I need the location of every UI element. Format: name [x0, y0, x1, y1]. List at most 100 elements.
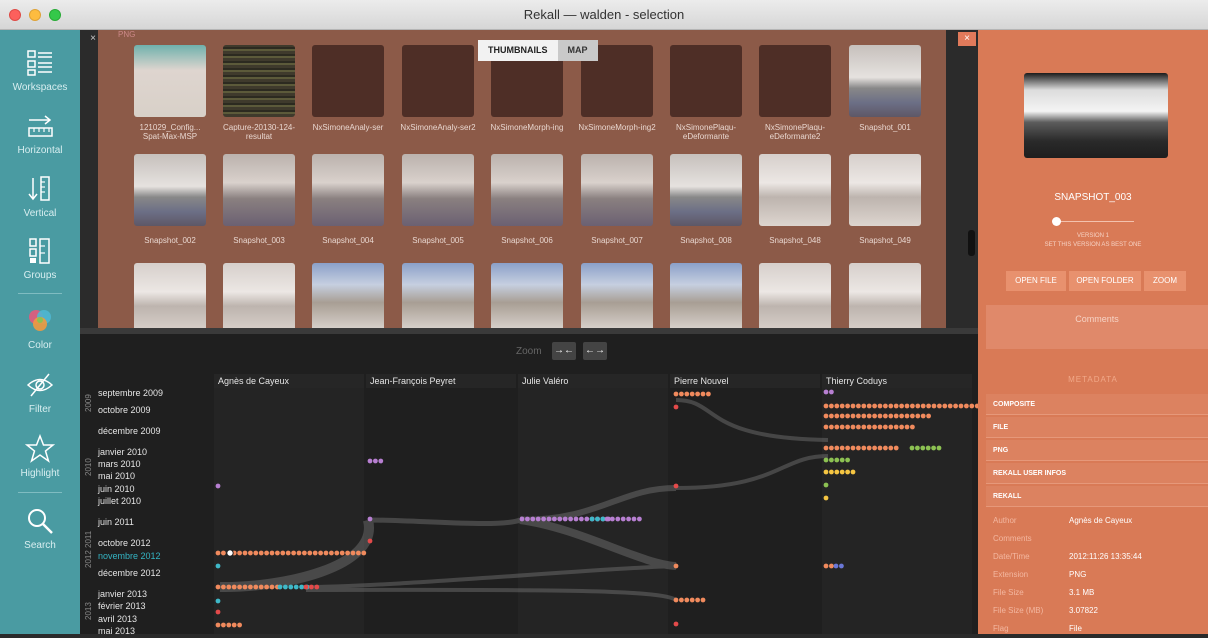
timeline-dot[interactable]: [231, 622, 237, 628]
timeline-dot[interactable]: [679, 597, 684, 603]
thumbnail[interactable]: [759, 263, 831, 328]
metadata-section-header[interactable]: COMPOSITE: [986, 394, 1208, 415]
timeline-dot[interactable]: [253, 550, 259, 556]
timeline-dot[interactable]: [910, 403, 915, 409]
timeline-dot[interactable]: [519, 516, 525, 522]
metadata-section-header[interactable]: REKALL: [986, 486, 1208, 507]
metadata-value[interactable]: 2012:11:26 13:35:44: [1069, 548, 1142, 566]
timeline-dot[interactable]: [221, 550, 226, 556]
close-right-panel-icon[interactable]: ×: [958, 32, 976, 46]
timeline-dot[interactable]: [834, 469, 840, 475]
sidebar-item-groups[interactable]: Groups: [0, 236, 80, 281]
timeline-dot[interactable]: [883, 403, 888, 409]
timeline-dot[interactable]: [275, 550, 280, 556]
timeline-dot[interactable]: [264, 550, 269, 556]
timeline-dot[interactable]: [834, 424, 840, 430]
metadata-value[interactable]: File: [1069, 620, 1082, 638]
timeline-dot[interactable]: [562, 516, 568, 522]
timeline-dot[interactable]: [877, 424, 883, 430]
timeline-dot[interactable]: [595, 516, 600, 522]
timeline-dot[interactable]: [600, 516, 606, 522]
timeline-dot[interactable]: [264, 584, 269, 590]
timeline-dot[interactable]: [866, 413, 872, 419]
timeline-dot[interactable]: [673, 483, 679, 489]
timeline-dot[interactable]: [673, 391, 679, 397]
timeline-dot[interactable]: [925, 445, 931, 451]
timeline-dot[interactable]: [829, 563, 834, 569]
timeline-dot[interactable]: [312, 550, 318, 556]
timeline-dot[interactable]: [888, 413, 894, 419]
timeline-dot[interactable]: [226, 622, 232, 628]
thumbnail[interactable]: [670, 154, 742, 226]
timeline-dot[interactable]: [684, 597, 690, 603]
timeline-dot[interactable]: [215, 563, 221, 569]
timeline-dot[interactable]: [856, 445, 861, 451]
timeline-dot[interactable]: [283, 584, 288, 590]
thumbnail[interactable]: [402, 154, 474, 226]
timeline-dot[interactable]: [883, 445, 888, 451]
timeline-dot[interactable]: [706, 391, 711, 397]
timeline-dot[interactable]: [823, 445, 829, 451]
timeline-dot[interactable]: [833, 563, 839, 569]
preview-image[interactable]: [1024, 73, 1168, 158]
timeline-dot[interactable]: [850, 445, 856, 451]
timeline-dot[interactable]: [926, 403, 931, 409]
timeline-dot[interactable]: [221, 622, 226, 628]
timeline-dot[interactable]: [937, 403, 942, 409]
timeline-dot[interactable]: [288, 584, 294, 590]
timeline-dot[interactable]: [947, 403, 953, 409]
timeline-dot[interactable]: [823, 403, 829, 409]
timeline-dot[interactable]: [829, 403, 834, 409]
timeline-dot[interactable]: [350, 550, 356, 556]
sidebar-item-workspaces[interactable]: Workspaces: [0, 48, 80, 93]
timeline-dot[interactable]: [242, 584, 248, 590]
timeline-dot[interactable]: [689, 597, 695, 603]
thumbnail[interactable]: [223, 263, 295, 328]
timeline-dot[interactable]: [823, 457, 829, 463]
timeline-dot[interactable]: [269, 584, 275, 590]
thumbnail[interactable]: [491, 263, 563, 328]
timeline-dot[interactable]: [910, 424, 915, 430]
timeline-dot[interactable]: [899, 424, 904, 430]
timeline-dot[interactable]: [823, 469, 829, 475]
timeline-dot[interactable]: [679, 391, 684, 397]
thumbnail[interactable]: [402, 263, 474, 328]
thumbnail[interactable]: [670, 263, 742, 328]
timeline-dot[interactable]: [850, 403, 856, 409]
timeline-dot[interactable]: [367, 516, 373, 522]
timeline-dot[interactable]: [904, 413, 910, 419]
timeline-dot[interactable]: [215, 550, 221, 556]
thumbnail[interactable]: [223, 45, 295, 117]
timeline-dot[interactable]: [684, 391, 690, 397]
timeline-dot[interactable]: [823, 424, 829, 430]
timeline-dot[interactable]: [253, 584, 259, 590]
metadata-section-header[interactable]: PNG: [986, 440, 1208, 461]
timeline-dot[interactable]: [215, 598, 221, 604]
timeline-dot[interactable]: [915, 413, 921, 419]
timeline-dot[interactable]: [541, 516, 546, 522]
timeline-dot[interactable]: [373, 458, 378, 464]
timeline-dot[interactable]: [329, 550, 334, 556]
thumbnail[interactable]: [491, 154, 563, 226]
timeline-dot[interactable]: [850, 413, 856, 419]
timeline-dot[interactable]: [893, 424, 899, 430]
timeline-dot[interactable]: [626, 516, 631, 522]
thumbnail[interactable]: [134, 154, 206, 226]
timeline-dot[interactable]: [829, 469, 834, 475]
metadata-value[interactable]: 3.07822: [1069, 602, 1098, 620]
timeline-dot[interactable]: [845, 413, 850, 419]
timeline-dot[interactable]: [525, 516, 530, 522]
open-folder-button[interactable]: OPEN FOLDER: [1069, 271, 1141, 291]
timeline-dot[interactable]: [839, 469, 845, 475]
timeline-dot[interactable]: [829, 424, 834, 430]
timeline-dot[interactable]: [258, 550, 264, 556]
timeline-dot[interactable]: [904, 424, 910, 430]
timeline-dot[interactable]: [231, 584, 237, 590]
sidebar-item-color[interactable]: Color: [0, 306, 80, 351]
timeline-dot[interactable]: [866, 445, 872, 451]
timeline-dot[interactable]: [242, 550, 248, 556]
timeline-dot[interactable]: [573, 516, 579, 522]
timeline-dot[interactable]: [850, 424, 856, 430]
timeline-dot[interactable]: [293, 584, 299, 590]
timeline-dot[interactable]: [291, 550, 296, 556]
